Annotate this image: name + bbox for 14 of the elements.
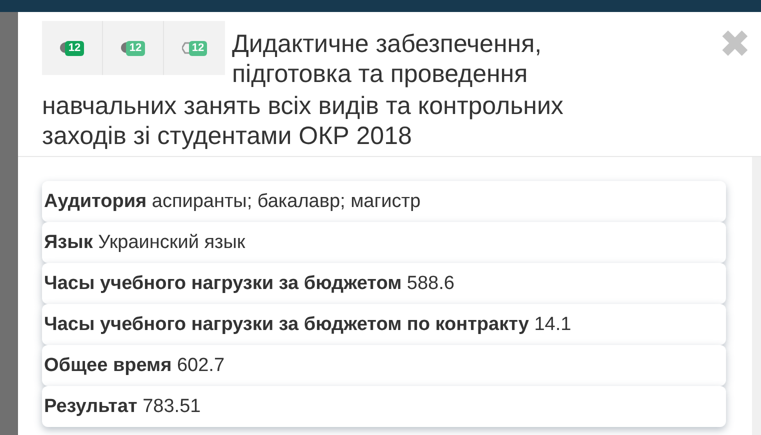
tag-icon <box>182 42 190 54</box>
count-badge: 12 <box>65 40 84 56</box>
count-badge: 12 <box>188 40 208 56</box>
close-button[interactable]: ✖ <box>719 26 751 64</box>
info-row: Язык Украинский язык <box>42 222 726 263</box>
dialog-title: Дидактичне забезпечення, підготовка та проведення <box>232 29 543 89</box>
info-row: Часы учебного нагрузки за бюджетом по контракту 14.1 <box>42 304 726 345</box>
info-row: Общее время 602.7 <box>42 345 726 386</box>
info-row: Часы учебного нагрузки за бюджетом 588.6 <box>42 263 726 304</box>
info-row: Аудитория аспиранты; бакалавр; магистр <box>42 181 726 222</box>
info-row: Результат 783.51 <box>42 386 726 427</box>
toolbar-button[interactable]: 12 <box>42 21 103 75</box>
dialog-title: навчальних занять всіх видів та контрольних заходів зі студентами ОКР 2018 <box>42 91 564 151</box>
count-badge: 12 <box>126 40 145 56</box>
